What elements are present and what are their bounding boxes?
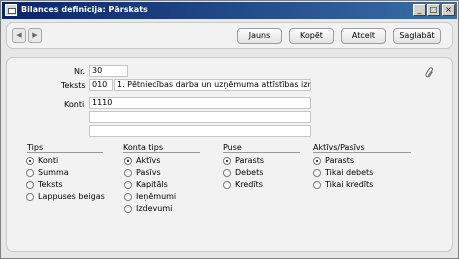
forward-arrow-icon: ▶ (32, 31, 38, 39)
title-bar: Bilances definīcija: Pārskats _ □ × (2, 2, 457, 19)
teksts-code-field[interactable]: 010 (89, 79, 113, 91)
nr-field[interactable]: 30 (89, 65, 128, 77)
copy-button[interactable]: Kopēt (289, 28, 334, 44)
konti-field-line-1[interactable]: 1110 (89, 97, 311, 109)
konta-tips-group-divider (123, 152, 200, 153)
tips-group-title: Tips (27, 143, 44, 152)
tips-group-divider (27, 152, 103, 153)
teksts-label: Teksts (61, 81, 86, 90)
app-window-icon (5, 4, 17, 16)
toolbar: ◀ ▶ Jauns Kopēt Atcelt Saglabāt (6, 22, 453, 49)
konta-tips-group-title: Konta tips (123, 143, 163, 152)
konti-field-line-2[interactable] (89, 111, 311, 123)
back-button[interactable]: ◀ (12, 28, 26, 43)
puse-group-divider (223, 152, 300, 153)
forward-button[interactable]: ▶ (28, 28, 42, 43)
konti-label: Konti (64, 100, 85, 109)
teksts-field[interactable]: 1. Pētniecības darba un uzņēmuma attīstī… (114, 79, 311, 91)
aktivs-pasivs-group-divider (313, 152, 411, 153)
cancel-button[interactable]: Atcelt (341, 28, 386, 44)
puse-group-title: Puse (223, 143, 242, 152)
aktivs-pasivs-group-title: Aktīvs/Pasīvs (313, 143, 365, 152)
window: Bilances definīcija: Pārskats _ □ × ◀ ▶ … (0, 0, 459, 259)
save-button[interactable]: Saglabāt (393, 28, 441, 44)
nr-label: Nr. (74, 67, 86, 76)
back-arrow-icon: ◀ (16, 31, 22, 39)
maximize-button[interactable]: □ (427, 4, 440, 16)
new-button[interactable]: Jauns (237, 28, 282, 44)
close-button[interactable]: × (442, 4, 455, 16)
minimize-button[interactable]: _ (413, 4, 426, 16)
paperclip-icon[interactable] (425, 67, 435, 79)
konti-field-line-3[interactable] (89, 125, 311, 137)
window-title: Bilances definīcija: Pārskats (21, 5, 148, 14)
